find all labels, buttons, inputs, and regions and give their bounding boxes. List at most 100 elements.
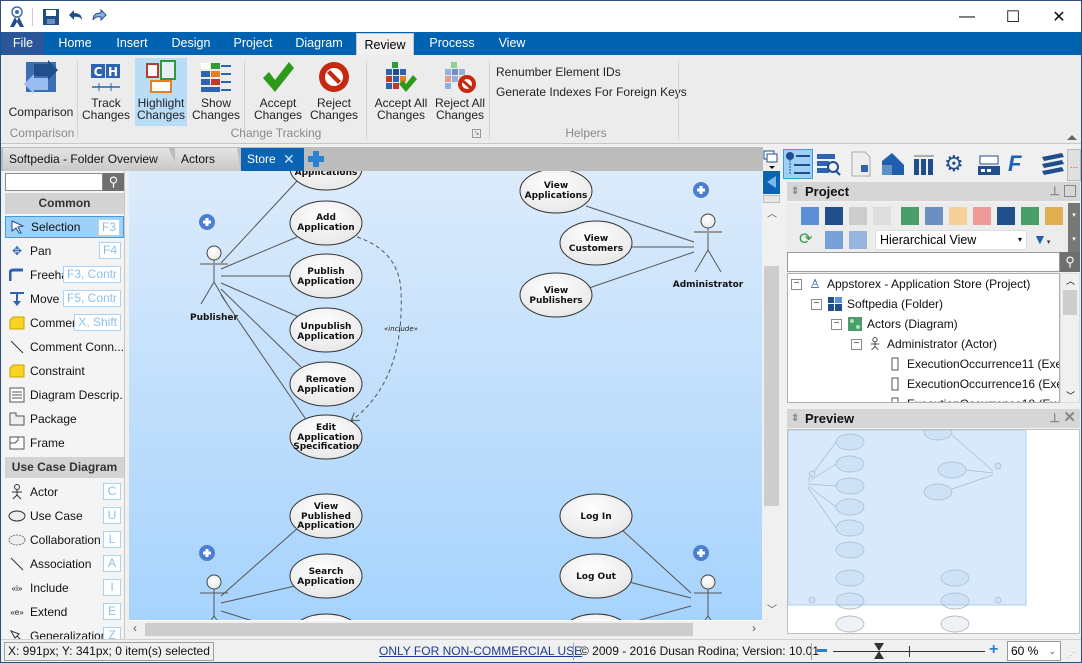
accept-all-changes-button[interactable]: Accept All Changes <box>373 58 429 126</box>
tool-move[interactable]: Move F5, Contr <box>5 288 124 310</box>
zoom-level-select[interactable]: 60 % ⌄ <box>1007 641 1061 661</box>
pin-icon[interactable]: ⊥ <box>1050 409 1060 428</box>
tool-generalization[interactable]: Generalization Z <box>5 625 124 639</box>
use-case-edit-application-specification[interactable]: EditApplicationSpecification <box>289 414 363 460</box>
keyboard-tab-icon[interactable] <box>976 151 1002 177</box>
panel-grip-icon[interactable]: ⇕ <box>791 182 799 201</box>
tree-node[interactable]: ExecutionOccurrence11 (Execu <box>887 354 1059 374</box>
use-case-view-applications[interactable]: ViewApplications <box>519 171 593 214</box>
search-icon[interactable]: ⚲ <box>103 173 124 191</box>
use-case-view-published-application[interactable]: ViewPublishedApplication <box>289 493 363 539</box>
dialog-launcher-icon[interactable]: ↘ <box>472 129 481 138</box>
use-case-view-applications-top[interactable]: Applications <box>289 171 363 191</box>
use-case-search-application[interactable]: SearchApplication <box>289 553 363 599</box>
refresh-icon[interactable]: ⟳ <box>799 231 817 249</box>
tree-scroll-thumb[interactable] <box>1063 290 1077 315</box>
scroll-up-icon[interactable]: ︿ <box>767 205 777 220</box>
filter-icon[interactable]: ▼▾ <box>1033 231 1057 249</box>
tool-pan[interactable]: ✥ Pan F4 <box>5 240 124 262</box>
close-tab-icon[interactable]: ✕ <box>283 148 295 171</box>
tree-node[interactable]: − Softpedia (Folder) <box>811 294 943 314</box>
collapse-icon[interactable]: − <box>851 338 862 350</box>
project-search-input[interactable] <box>787 252 1060 272</box>
tree-scrollbar[interactable]: ︿ ﹀ <box>1060 273 1080 403</box>
tool-use-case[interactable]: Use Case U <box>5 505 124 527</box>
diagram-type-4-icon[interactable] <box>973 207 991 225</box>
add-document-icon[interactable] <box>873 207 891 225</box>
tool-comment[interactable]: Comment X, Shift <box>5 312 124 334</box>
accept-changes-button[interactable]: Accept Changes <box>253 58 303 126</box>
use-case-remove-application[interactable]: RemoveApplication <box>289 361 363 407</box>
diagram-type-5-icon[interactable] <box>997 207 1015 225</box>
tree-node[interactable]: − Actors (Diagram) <box>831 314 958 334</box>
use-case-publish-application[interactable]: PublishApplication <box>289 253 363 299</box>
zoom-slider[interactable] <box>833 642 985 660</box>
tab-project[interactable]: Project <box>225 32 281 55</box>
formula-tab-icon[interactable]: F <box>1008 151 1034 177</box>
columns-tab-icon[interactable] <box>912 151 938 177</box>
tool-actor[interactable]: Actor C <box>5 481 124 503</box>
scroll-right-icon[interactable]: › <box>752 621 756 635</box>
use-case-unpublish-application[interactable]: UnpublishApplication <box>289 307 363 353</box>
tree-node[interactable]: − ♙ Appstorex - Application Store (Project… <box>791 274 1030 294</box>
tool-comment-connector[interactable]: Comment Conn... <box>5 336 124 358</box>
tool-selection[interactable]: Selection F3 <box>5 216 124 238</box>
pin-icon[interactable]: ⊥ <box>1050 182 1060 201</box>
tab-home[interactable]: Home <box>49 32 101 55</box>
project-search-icon[interactable]: ⚲ <box>1060 252 1080 272</box>
toolbar-overflow-2[interactable]: ▾ <box>1068 228 1080 252</box>
tab-insert[interactable]: Insert <box>107 32 157 55</box>
more-tabs-button[interactable]: … <box>1067 149 1081 181</box>
app-logo-icon[interactable] <box>7 6 27 28</box>
toolbox-search-input[interactable] <box>5 173 103 191</box>
save-icon[interactable] <box>42 6 60 28</box>
tab-design[interactable]: Design <box>164 32 218 55</box>
layers-tab-icon[interactable] <box>1040 151 1066 177</box>
license-link[interactable]: ONLY FOR NON-COMMERCIAL USE <box>379 644 582 658</box>
doc-tab-folder-overview[interactable]: Softpedia - Folder Overview <box>3 148 179 171</box>
add-diagram-icon[interactable] <box>801 207 819 225</box>
toolbar-overflow-1[interactable]: ▾ <box>1068 203 1080 228</box>
close-panel-icon[interactable]: ✕ <box>1063 408 1076 427</box>
document-tab-icon[interactable] <box>848 151 874 177</box>
track-changes-button[interactable]: CH Track Changes <box>82 58 130 126</box>
tool-association[interactable]: Association A <box>5 553 124 575</box>
collapse-icon[interactable]: − <box>791 278 802 290</box>
use-case-view-customers[interactable]: ViewCustomers <box>559 220 633 266</box>
diagram-canvas[interactable]: «include» Publisher Applications Add Appl… <box>129 171 762 620</box>
section-use-case-header[interactable]: Use Case Diagram <box>5 457 124 478</box>
tab-review[interactable]: Review <box>356 33 414 55</box>
tab-file[interactable]: File <box>2 32 44 55</box>
actor-user[interactable] <box>693 545 722 620</box>
horizontal-scrollbar[interactable]: ‹ › <box>129 620 762 636</box>
window-switch-icon[interactable] <box>761 149 781 173</box>
use-case-view-publishers[interactable]: ViewPublishers <box>519 272 593 318</box>
collapse-icon[interactable]: − <box>811 298 822 310</box>
close-button[interactable]: ✕ <box>1036 1 1082 32</box>
scroll-up-icon[interactable]: ︿ <box>1066 274 1075 287</box>
generate-indexes-button[interactable]: Generate Indexes For Foreign Keys <box>496 85 687 99</box>
renumber-element-ids-button[interactable]: Renumber Element IDs <box>496 65 621 79</box>
tab-diagram[interactable]: Diagram <box>288 32 350 55</box>
tree-node[interactable]: − Administrator (Actor) <box>851 334 997 354</box>
scroll-left-icon[interactable]: ‹ <box>133 621 137 635</box>
undo-icon[interactable] <box>67 6 85 28</box>
tree-node[interactable]: ExecutionOccurrence16 (Execu <box>887 374 1059 394</box>
tool-diagram-description[interactable]: Diagram Descrip... <box>5 384 124 406</box>
collapse-ribbon-icon[interactable] <box>1067 135 1077 140</box>
show-changes-button[interactable]: Show Changes <box>192 58 240 126</box>
tool-package[interactable]: Package <box>5 408 124 430</box>
maximize-panel-icon[interactable] <box>1064 185 1076 197</box>
tool-collaboration[interactable]: Collaboration L <box>5 529 124 551</box>
tool-freehand[interactable]: Freehand F3, Contr <box>5 264 124 286</box>
tool-extend[interactable]: «e» Extend E <box>5 601 124 623</box>
search-explorer-tab-icon[interactable] <box>816 151 842 177</box>
add-item-icon[interactable] <box>849 207 867 225</box>
actor-publisher[interactable]: Publisher <box>190 214 239 323</box>
use-case-add-application[interactable]: AddApplication <box>289 200 363 246</box>
doc-tab-store[interactable]: Store ✕ <box>241 148 304 171</box>
maximize-button[interactable]: ☐ <box>990 1 1036 32</box>
actor-administrator[interactable]: Administrator <box>673 182 744 290</box>
settings-gears-icon[interactable]: ⚙ <box>944 151 970 177</box>
tag-tab-icon[interactable] <box>880 151 906 177</box>
